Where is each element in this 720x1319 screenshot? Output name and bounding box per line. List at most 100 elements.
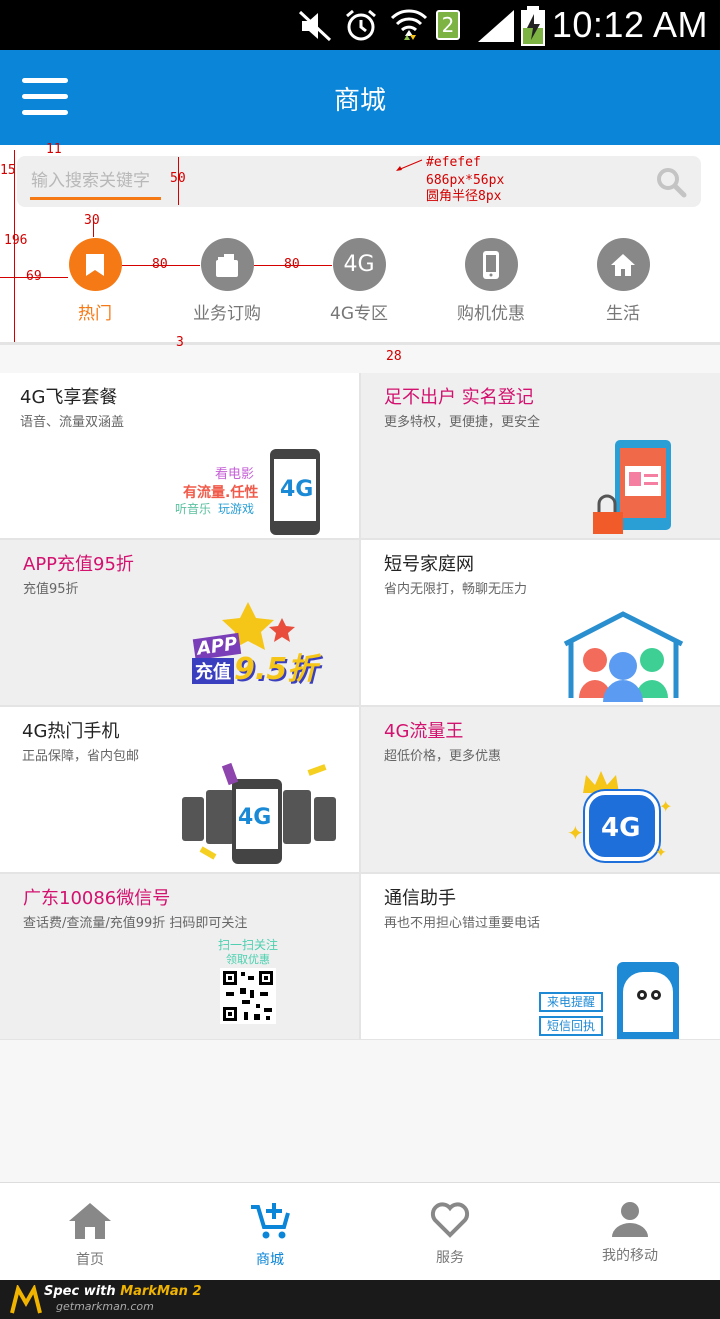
tab-service[interactable]: 服务 xyxy=(390,1201,510,1267)
cart-icon xyxy=(251,1203,290,1239)
phone-shape xyxy=(617,962,679,1039)
promo-grid: 4G飞享套餐 语音、流量双涵盖 看电影 有流量.任性 听音乐 玩游戏 4G 足不… xyxy=(0,373,720,1040)
art-text: 听音乐 xyxy=(175,502,212,516)
nav-item-phone-deals[interactable]: 购机优惠 xyxy=(431,238,551,324)
promo-card[interactable]: 通信助手 再也不用担心错过重要电话 来电提醒 短信回执 xyxy=(361,874,720,1039)
art-tag: 短信回执 xyxy=(539,1016,604,1036)
phone-shape: 4G xyxy=(232,779,282,864)
tab-my-mobile[interactable]: 我的移动 xyxy=(570,1201,690,1265)
promo-card[interactable]: 4G流量王 超低价格，更多优惠 4G ✦ ✦ ✦ xyxy=(361,707,720,872)
eye xyxy=(651,990,661,1000)
spec-note: 圆角半径8px xyxy=(426,189,502,204)
search-input[interactable] xyxy=(31,164,631,198)
qr-code-icon xyxy=(220,968,276,1024)
recharge-discount-illustration: APP 充值 9.5折 xyxy=(188,600,328,700)
phone-shape xyxy=(314,797,336,841)
nav-active-indicator xyxy=(30,197,161,200)
4g-king-illustration: 4G ✦ ✦ ✦ xyxy=(567,769,677,869)
phone-icon xyxy=(464,238,518,291)
tab-label: 商城 xyxy=(256,1252,284,1268)
card-subtitle: 更多特权，更便捷，更安全 xyxy=(384,415,541,430)
card-subtitle: 再也不用担心错过重要电话 xyxy=(384,916,541,931)
tab-label: 首页 xyxy=(76,1252,104,1268)
qr-code-illustration: 扫一扫关注 领取优惠 xyxy=(210,936,286,1034)
card-subtitle: 正品保障，省内包邮 xyxy=(22,749,140,764)
mute-icon xyxy=(298,10,332,42)
promo-card[interactable]: APP充值95折 充值95折 APP 充值 9.5折 xyxy=(0,540,359,705)
promo-card[interactable]: 足不出户 实名登记 更多特权，更便捷，更安全 xyxy=(361,373,720,538)
spec-label: 80 xyxy=(152,257,168,272)
page: 2 10:12 AM 商城 输入搜索关键字 热门 业务订购 4G 4G专区 购机… xyxy=(0,0,720,1319)
tab-label: 我的移动 xyxy=(602,1248,658,1264)
family-house-illustration xyxy=(563,611,684,702)
wifi-icon xyxy=(390,9,428,40)
tab-label: 服务 xyxy=(436,1250,464,1266)
spec-label: 28 xyxy=(386,349,402,364)
home-icon xyxy=(596,238,650,291)
spec-label: 50 xyxy=(170,171,186,186)
promo-card[interactable]: 短号家庭网 省内无限打，畅聊无压力 xyxy=(361,540,720,705)
sparkle-icon: ✦ xyxy=(655,845,667,861)
card-title: 短号家庭网 xyxy=(384,554,474,575)
card-title: 4G流量王 xyxy=(384,721,464,742)
tab-mall[interactable]: 商城 xyxy=(210,1201,330,1269)
card-subtitle: 省内无限打，畅聊无压力 xyxy=(384,582,528,597)
category-nav: 热门 业务订购 4G 4G专区 购机优惠 生活 xyxy=(0,235,720,345)
card-title: 足不出户 实名登记 xyxy=(384,387,534,408)
nav-item-4g[interactable]: 4G 4G专区 xyxy=(299,238,419,324)
card-subtitle: 超低价格，更多优惠 xyxy=(384,749,502,764)
footer-site: getmarkman.com xyxy=(56,1300,154,1313)
art-text: 领取优惠 xyxy=(226,953,270,966)
art-text: 有流量.任性 xyxy=(183,485,259,501)
app-bar: 商城 xyxy=(0,50,720,145)
nav-label: 4G专区 xyxy=(330,304,388,324)
art-badge: 4G xyxy=(601,813,641,843)
id-phone-illustration xyxy=(593,440,671,534)
nav-label: 业务订购 xyxy=(193,304,261,324)
status-time: 10:12 AM xyxy=(551,4,708,45)
card-title: 4G热门手机 xyxy=(22,721,120,742)
markman-footer: Spec with MarkMan 2 getmarkman.com xyxy=(0,1280,720,1319)
user-icon xyxy=(612,1202,648,1237)
nav-label: 购机优惠 xyxy=(457,304,525,324)
art-text: 9.5折 xyxy=(234,652,318,687)
promo-card[interactable]: 4G热门手机 正品保障，省内包邮 4G xyxy=(0,707,359,872)
spec-label: 30 xyxy=(84,213,100,228)
signal-icon xyxy=(478,10,514,42)
eye xyxy=(637,990,647,1000)
page-title: 商城 xyxy=(333,86,386,116)
confetti xyxy=(199,846,217,860)
nav-item-hot[interactable]: 热门 xyxy=(35,238,155,324)
tab-home[interactable]: 首页 xyxy=(30,1201,150,1269)
spec-label: 15 xyxy=(0,163,16,178)
phone-shape xyxy=(206,790,234,844)
spec-label: 80 xyxy=(284,257,300,272)
status-bar: 2 10:12 AM xyxy=(0,0,720,50)
spec-label: 69 xyxy=(26,269,42,284)
card-title: 4G飞享套餐 xyxy=(20,387,118,408)
sim-badge: 2 xyxy=(436,10,460,40)
footer-brand-prefix: Spec with xyxy=(44,1284,121,1299)
confetti xyxy=(221,762,239,786)
spec-label: 3 xyxy=(176,335,184,350)
nav-item-business[interactable]: 业务订购 xyxy=(167,238,287,324)
promo-card[interactable]: 4G飞享套餐 语音、流量双涵盖 看电影 有流量.任性 听音乐 玩游戏 4G xyxy=(0,373,359,538)
promo-card[interactable]: 广东10086微信号 查话费/查流量/充值99折 扫码即可关注 扫一扫关注 领取… xyxy=(0,874,359,1039)
phones-illustration: 4G xyxy=(180,762,340,870)
home-icon xyxy=(69,1203,111,1239)
art-text: 玩游戏 xyxy=(218,502,255,516)
nav-item-life[interactable]: 生活 xyxy=(563,238,683,324)
divider xyxy=(0,342,720,345)
search-icon[interactable] xyxy=(655,166,687,198)
footer-brand: Spec with MarkMan 2 xyxy=(44,1284,202,1299)
art-tag: 来电提醒 xyxy=(539,992,604,1012)
card-subtitle: 充值95折 xyxy=(23,582,79,597)
spec-label: 11 xyxy=(46,142,62,157)
phone-shape xyxy=(182,797,204,841)
card-title: 通信助手 xyxy=(384,888,456,909)
sparkle-icon: ✦ xyxy=(567,821,584,845)
spec-note: 686px*56px xyxy=(426,173,505,188)
phone-shape xyxy=(283,790,311,844)
bag-icon xyxy=(200,238,254,291)
assistant-illustration: 来电提醒 短信回执 xyxy=(537,962,685,1039)
